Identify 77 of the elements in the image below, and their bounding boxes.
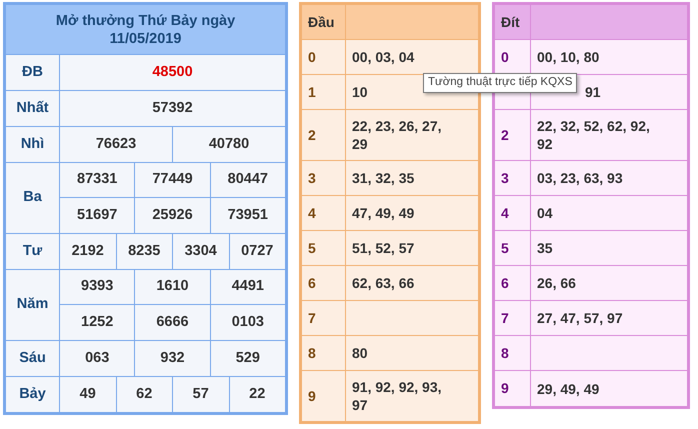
prize-label: ĐB [22, 62, 43, 82]
digit-label: 3 [308, 168, 316, 188]
digit-label: 2 [501, 126, 509, 144]
number-cell: 51697 [60, 198, 136, 233]
number-list: 91, 92, 92, 93, 97 [352, 378, 454, 414]
number-cell: 1610 [135, 270, 211, 304]
number-list: 35 [537, 239, 553, 257]
digit-label: 6 [501, 274, 509, 292]
number-cell: 77449 [135, 163, 211, 197]
number-cell-text: 22 [248, 384, 266, 404]
number-cell: 8235 [116, 234, 173, 269]
number-cell: 25926 [135, 198, 211, 233]
digit-label: 7 [501, 308, 509, 328]
digit-label: 9 [501, 379, 509, 398]
number-list: 22, 32, 52, 62, 92, 92 [537, 117, 663, 153]
digit-label: 0 [308, 48, 316, 66]
number-list: 31, 32, 35 [352, 169, 414, 187]
number-list: 27, 47, 57, 97 [537, 309, 623, 327]
number-list: 51, 52, 57 [352, 239, 414, 257]
number-list: 00, 10, 80 [537, 48, 600, 66]
draw-title: Mở thưởng Thứ Bảy ngày [56, 12, 236, 30]
digit-label: 7 [308, 308, 316, 328]
number-list: 00, 03, 04 [352, 48, 414, 66]
digit-label: 3 [501, 168, 509, 188]
number-list: 22, 23, 26, 27, 29 [352, 117, 454, 153]
number-cell: 9393 [60, 270, 136, 304]
number-list: 91 [585, 83, 601, 101]
digit-label: 4 [501, 204, 509, 222]
number-list: 62, 63, 66 [352, 274, 414, 292]
column-header: Đít [501, 12, 520, 32]
draw-date: 11/05/2019 [110, 30, 182, 48]
number-cell: 62 [116, 377, 173, 412]
number-list: 80 [352, 344, 368, 362]
digit-label: 5 [308, 238, 316, 258]
number-list: 26, 66 [537, 274, 576, 292]
digit-label: 8 [501, 344, 509, 362]
number-cell: 87331 [60, 163, 136, 197]
prize-label: Nhất [16, 98, 49, 118]
number-cell: 76623 [60, 127, 173, 162]
number-cell-text: 4491 [230, 277, 265, 296]
number-cell: 57 [173, 377, 230, 412]
number-cell-text: 529 [234, 348, 261, 368]
prize-label: Bảy [19, 384, 46, 404]
number-cell-text: 0727 [240, 242, 274, 261]
digit-label: 8 [308, 344, 316, 362]
number-list: 04 [537, 204, 553, 222]
digit-label: 9 [308, 386, 316, 406]
digit-label: 6 [308, 274, 316, 292]
number-cell: 3304 [173, 234, 230, 269]
number-list: 29, 49, 49 [537, 380, 600, 398]
prize-label: Tư [22, 242, 42, 261]
number-list: 03, 23, 63, 93 [537, 169, 623, 187]
number-cell-text: 73951 [226, 206, 269, 225]
number-cell: 6666 [135, 305, 211, 340]
prize-label: Năm [16, 295, 48, 314]
digit-label: 4 [308, 204, 316, 222]
prize-label: Sáu [19, 348, 46, 368]
number-cell: 1252 [60, 305, 136, 340]
prize-label: Ba [23, 188, 42, 208]
number-cell-text: 40780 [208, 134, 250, 154]
column-header: Đầu [308, 12, 334, 32]
number-cell-text: 0103 [230, 312, 265, 332]
number-cell: 063 [60, 341, 136, 376]
number-cell-text: 57392 [151, 98, 194, 118]
digit-label: 2 [308, 126, 316, 144]
number-list: 47, 49, 49 [352, 204, 414, 222]
prize-label: Nhì [20, 134, 44, 154]
number-list: 10 [352, 83, 368, 101]
digit-label: 0 [501, 48, 509, 66]
number-cell-text: 80447 [226, 170, 269, 190]
tooltip: Tường thuật trực tiếp KQXS [423, 73, 578, 93]
number-cell-text: 48500 [151, 62, 194, 82]
digit-label: 1 [308, 82, 316, 102]
number-cell: 2192 [60, 234, 116, 269]
number-cell: 49 [60, 377, 116, 412]
digit-label: 5 [501, 238, 509, 258]
number-cell: 932 [135, 341, 211, 376]
